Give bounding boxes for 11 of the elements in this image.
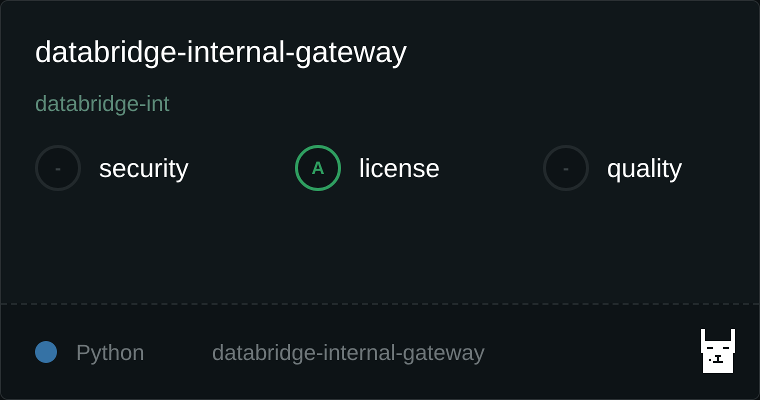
score-label: quality — [607, 152, 682, 184]
language-label: Python — [76, 338, 146, 367]
score-label: security — [99, 152, 189, 184]
repo-title: databridge-internal-gateway — [35, 35, 408, 71]
grade-badge: - — [35, 145, 81, 191]
grade-badge: - — [543, 145, 589, 191]
grade-badge: A — [295, 145, 341, 191]
score-label: license — [359, 152, 440, 184]
repo-name: databridge-internal-gateway — [212, 338, 485, 367]
owner-name: databridge-int — [35, 90, 171, 118]
llama-icon — [699, 329, 737, 375]
